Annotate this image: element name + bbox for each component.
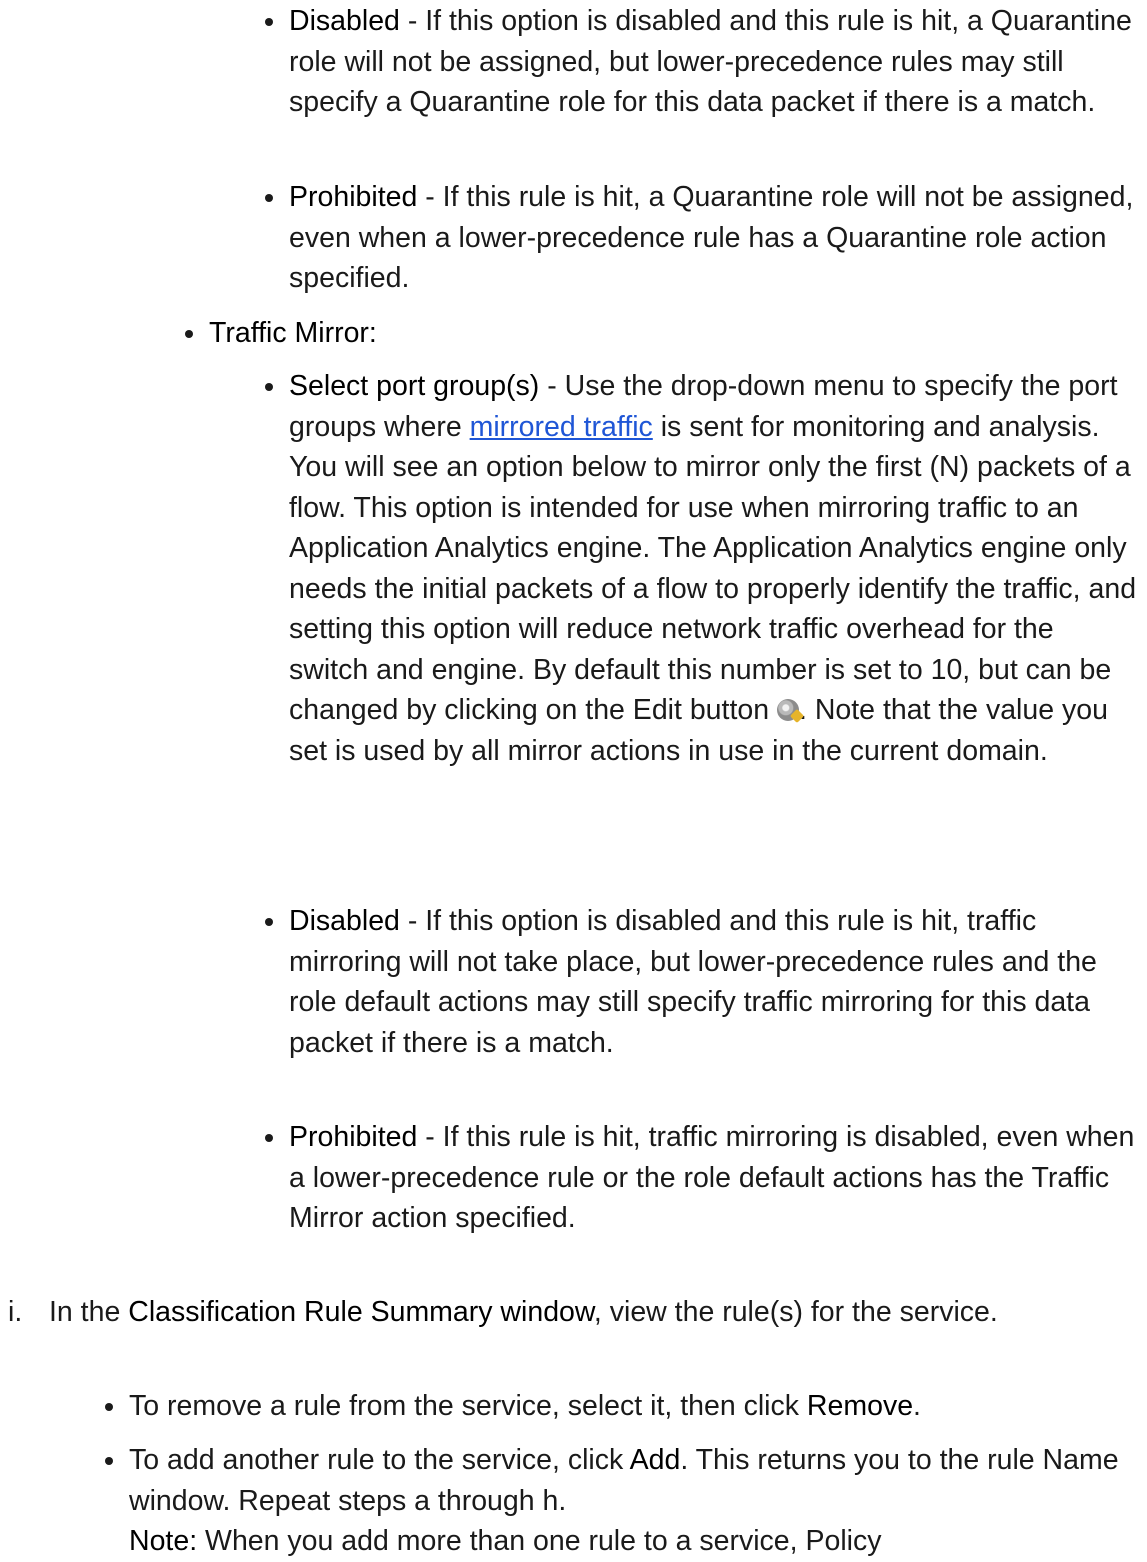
traffic-mirror-prohibited-list: Prohibited - If this rule is hit, traffi… — [265, 1117, 1139, 1239]
list-item-mirror-disabled: Disabled - If this option is disabled an… — [265, 901, 1139, 1063]
note-text: When you add more than one rule to a ser… — [197, 1525, 882, 1557]
note-paragraph: Note: When you add more than one rule to… — [129, 1521, 1139, 1562]
term-disabled: Disabled — [289, 905, 400, 937]
term-add: Add — [629, 1444, 681, 1476]
quarantine-options-list-2: Prohibited - If this rule is hit, a Quar… — [265, 177, 1139, 299]
remove-text-end: . — [913, 1390, 921, 1422]
step-marker: i. — [8, 1296, 23, 1328]
quarantine-options-list: Disabled - If this option is disabled an… — [265, 1, 1139, 123]
step-i-actions-list-2: To add another rule to the service, clic… — [105, 1440, 1139, 1562]
mirrored-traffic-link[interactable]: mirrored traffic — [470, 411, 653, 443]
term-select-port-groups: Select port group(s) — [289, 370, 540, 402]
step-i-text: In the Classification Rule Summary windo… — [49, 1292, 1139, 1333]
step-text: In the — [49, 1296, 129, 1328]
traffic-mirror-heading: Traffic Mirror: — [209, 317, 377, 349]
list-item-quarantine-disabled: Disabled - If this option is disabled an… — [265, 1, 1139, 123]
add-text: To add another rule to the service, clic… — [129, 1444, 630, 1476]
description: - If this option is disabled and this ru… — [289, 5, 1132, 118]
term-prohibited: Prohibited — [289, 1121, 418, 1153]
term-remove: Remove — [806, 1390, 914, 1422]
list-item-quarantine-prohibited: Prohibited - If this rule is hit, a Quar… — [265, 177, 1139, 299]
edit-gear-icon[interactable] — [777, 699, 799, 721]
mirror-first-packets-paragraph: You will see an option below to mirror o… — [289, 447, 1139, 771]
list-item-add-rule: To add another rule to the service, clic… — [105, 1440, 1139, 1562]
list-item-remove-rule: To remove a rule from the service, selec… — [105, 1386, 1139, 1427]
list-item-select-port-groups: Select port group(s) - Use the drop-down… — [265, 366, 1139, 771]
description-end: is sent for monitoring and analysis. — [652, 410, 1100, 443]
step-i-actions-list: To remove a rule from the service, selec… — [105, 1386, 1139, 1427]
step-text-end: , view the rule(s) for the service. — [593, 1296, 998, 1328]
list-item-mirror-prohibited: Prohibited - If this rule is hit, traffi… — [265, 1117, 1139, 1239]
traffic-mirror-disabled-list: Disabled - If this option is disabled an… — [265, 901, 1139, 1063]
traffic-mirror-options-list: Select port group(s) - Use the drop-down… — [265, 366, 1139, 771]
traffic-mirror-list: Traffic Mirror: — [185, 313, 1139, 354]
paragraph-text: You will see an option below to mirror o… — [289, 451, 1137, 726]
list-item-traffic-mirror: Traffic Mirror: — [185, 313, 1139, 354]
term-note: Note: — [129, 1525, 198, 1557]
term-disabled: Disabled — [289, 5, 400, 37]
term-prohibited: Prohibited — [289, 181, 418, 213]
term-classification-rule-summary: Classification Rule Summary window — [128, 1296, 594, 1328]
remove-text: To remove a rule from the service, selec… — [129, 1390, 807, 1422]
description: - If this option is disabled and this ru… — [289, 905, 1097, 1059]
